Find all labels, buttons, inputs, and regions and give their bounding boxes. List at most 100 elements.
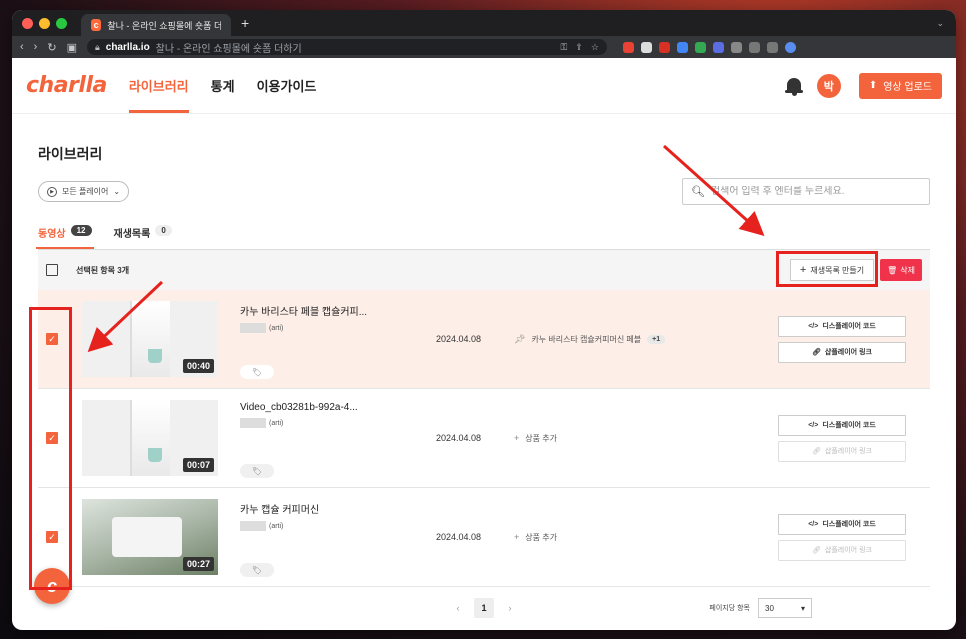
- player-filter-dropdown[interactable]: ▶ 모든 플레이어 ⌄: [38, 181, 130, 202]
- reload-icon[interactable]: ↻: [47, 41, 56, 54]
- per-page-select[interactable]: 30 ▾: [758, 598, 812, 618]
- display-player-code-button[interactable]: </> 디스플레이어 코드: [778, 414, 906, 436]
- library-page: 라이브러리 ▶ 모든 플레이어 ⌄ 🔍︎ 동영상 12 재생목록 0: [12, 144, 956, 629]
- tag-icon: 🏷︎: [251, 565, 263, 575]
- bulk-actions: + 재생목록 만들기 🗑︎ 삭제: [789, 259, 922, 281]
- add-product-button[interactable]: + 상품 추가: [514, 433, 764, 444]
- row-checkbox[interactable]: ✓: [46, 333, 58, 345]
- url-page-title: 찰나 - 온라인 쇼핑몰에 숏폼 더하기: [155, 43, 302, 55]
- share-icon[interactable]: ⇪: [575, 42, 583, 53]
- upload-icon: ⬆: [868, 80, 878, 91]
- display-player-code-label: 디스플레이어 코드: [822, 422, 876, 429]
- maximize-window-button[interactable]: [56, 17, 67, 29]
- extension-icon[interactable]: [712, 41, 724, 53]
- plus-icon: +: [799, 264, 807, 276]
- extension-icon[interactable]: [694, 41, 706, 53]
- reader-mode-icon[interactable]: ▣: [67, 41, 77, 54]
- notification-bell-icon[interactable]: [784, 76, 803, 96]
- profile-icon[interactable]: [784, 41, 796, 53]
- charlla-chat-fab[interactable]: c: [34, 568, 70, 604]
- tag-icon: 🏷︎: [251, 367, 263, 377]
- user-avatar[interactable]: 박: [816, 73, 841, 98]
- extension-icon[interactable]: [622, 41, 634, 53]
- app-header: charlla 라이브러리 통계 이용가이드 박 ⬆ 영상 업로드: [12, 58, 956, 114]
- video-title[interactable]: 카누 캡슐 커피머신: [240, 501, 420, 516]
- current-page[interactable]: 1: [474, 598, 494, 618]
- video-thumbnail[interactable]: 00:27: [82, 499, 218, 575]
- more-products-badge[interactable]: +1: [647, 334, 666, 344]
- owner-name: (arti): [269, 324, 284, 332]
- row-checkbox[interactable]: ✓: [46, 432, 58, 444]
- linked-product[interactable]: 📌︎ 카누 바리스타 캡슐커피머신 페블 +1: [514, 334, 764, 345]
- nav-statistics[interactable]: 통계: [211, 58, 235, 114]
- tag-button[interactable]: 🏷︎: [240, 464, 274, 478]
- video-title[interactable]: Video_cb03281b-992a-4...: [240, 402, 420, 413]
- video-info: 카누 바리스타 페블 캡슐커피... (arti) 🏷︎: [240, 299, 420, 379]
- player-filter-label: 모든 플레이어: [62, 187, 109, 196]
- browser-tab-title: 찰나 - 온라인 쇼핑몰에 숏폼 더하기: [107, 20, 221, 31]
- caret-down-icon: ▾: [800, 603, 805, 613]
- extension-icon[interactable]: [676, 41, 688, 53]
- tag-button[interactable]: 🏷︎: [240, 365, 274, 379]
- shop-player-link-button[interactable]: 🔗︎ 샵플레이어 링크: [778, 341, 906, 363]
- download-icon[interactable]: [748, 41, 760, 53]
- display-player-code-label: 디스플레이어 코드: [822, 323, 876, 330]
- trash-icon: 🗑︎: [887, 265, 898, 275]
- video-thumbnail[interactable]: 00:40: [82, 301, 218, 377]
- charlla-favicon-icon: c: [91, 19, 102, 31]
- back-arrow-icon[interactable]: ‹: [20, 41, 24, 53]
- display-player-code-button[interactable]: </> 디스플레이어 코드: [778, 315, 906, 337]
- video-title[interactable]: 카누 바리스타 페블 캡슐커피...: [240, 303, 420, 318]
- url-field[interactable]: 🔒︎ charlla.io 찰나 - 온라인 쇼핑몰에 숏폼 더하기 ⚿ ⇪ ☆: [86, 39, 607, 55]
- tab-videos[interactable]: 동영상 12: [36, 223, 94, 249]
- video-thumbnail[interactable]: 00:07: [82, 400, 218, 476]
- row-checkbox[interactable]: ✓: [46, 531, 58, 543]
- next-page-button[interactable]: ›: [500, 603, 520, 613]
- puzzle-icon[interactable]: [730, 41, 742, 53]
- extension-icon[interactable]: [658, 41, 670, 53]
- shop-player-link-button[interactable]: 🔗︎ 샵플레이어 링크: [778, 539, 906, 561]
- delete-button[interactable]: 🗑︎ 삭제: [880, 259, 922, 281]
- video-date: 2024.04.08: [436, 334, 482, 344]
- tab-videos-count: 12: [70, 225, 92, 236]
- tag-button[interactable]: 🏷︎: [240, 563, 274, 577]
- shop-player-link-button[interactable]: 🔗︎ 샵플레이어 링크: [778, 440, 906, 462]
- tab-playlists-count: 0: [155, 225, 172, 236]
- bookmark-star-icon[interactable]: ☆: [591, 42, 599, 53]
- close-window-button[interactable]: [22, 17, 33, 29]
- search-input[interactable]: [710, 186, 911, 197]
- page-title: 라이브러리: [38, 146, 103, 162]
- nav-library[interactable]: 라이브러리: [128, 58, 189, 114]
- upload-video-label: 영상 업로드: [883, 82, 932, 93]
- nav-user-guide[interactable]: 이용가이드: [257, 58, 317, 114]
- per-page-value: 30: [765, 603, 774, 613]
- pin-icon: 📌︎: [514, 333, 526, 344]
- owner-name-redacted: [240, 323, 266, 333]
- select-all-checkbox[interactable]: [46, 264, 58, 276]
- code-icon: </>: [808, 421, 819, 429]
- code-icon: </>: [808, 322, 819, 330]
- display-player-code-button[interactable]: </> 디스플레이어 코드: [778, 513, 906, 535]
- browser-tab[interactable]: c 찰나 - 온라인 쇼핑몰에 숏폼 더하기: [81, 14, 231, 36]
- delete-label: 삭제: [900, 265, 915, 275]
- prev-page-button[interactable]: ‹: [448, 603, 468, 613]
- tab-playlists[interactable]: 재생목록 0: [114, 223, 172, 249]
- new-tab-button[interactable]: +: [241, 15, 249, 31]
- charlla-logo[interactable]: charlla: [26, 73, 107, 98]
- tab-list-chevron-icon[interactable]: ⌄: [936, 18, 944, 29]
- create-playlist-button[interactable]: + 재생목록 만들기: [789, 259, 875, 281]
- shield-extension-icon[interactable]: [640, 41, 652, 53]
- sidebar-icon[interactable]: [766, 41, 778, 53]
- shop-player-link-label: 샵플레이어 링크: [824, 547, 872, 554]
- forward-arrow-icon[interactable]: ›: [34, 41, 38, 53]
- minimize-window-button[interactable]: [39, 17, 50, 29]
- add-product-button[interactable]: + 상품 추가: [514, 532, 764, 543]
- key-icon[interactable]: ⚿: [560, 42, 567, 53]
- link-icon: 🔗︎: [812, 349, 821, 356]
- video-duration: 00:27: [182, 557, 214, 571]
- url-tools: ⚿ ⇪ ☆: [560, 42, 598, 53]
- library-toolbar: ▶ 모든 플레이어 ⌄ 🔍︎: [38, 178, 930, 205]
- row-actions: </> 디스플레이어 코드 🔗︎ 샵플레이어 링크: [778, 513, 906, 561]
- upload-video-button[interactable]: ⬆ 영상 업로드: [858, 72, 942, 99]
- lock-icon: 🔒︎: [94, 41, 100, 52]
